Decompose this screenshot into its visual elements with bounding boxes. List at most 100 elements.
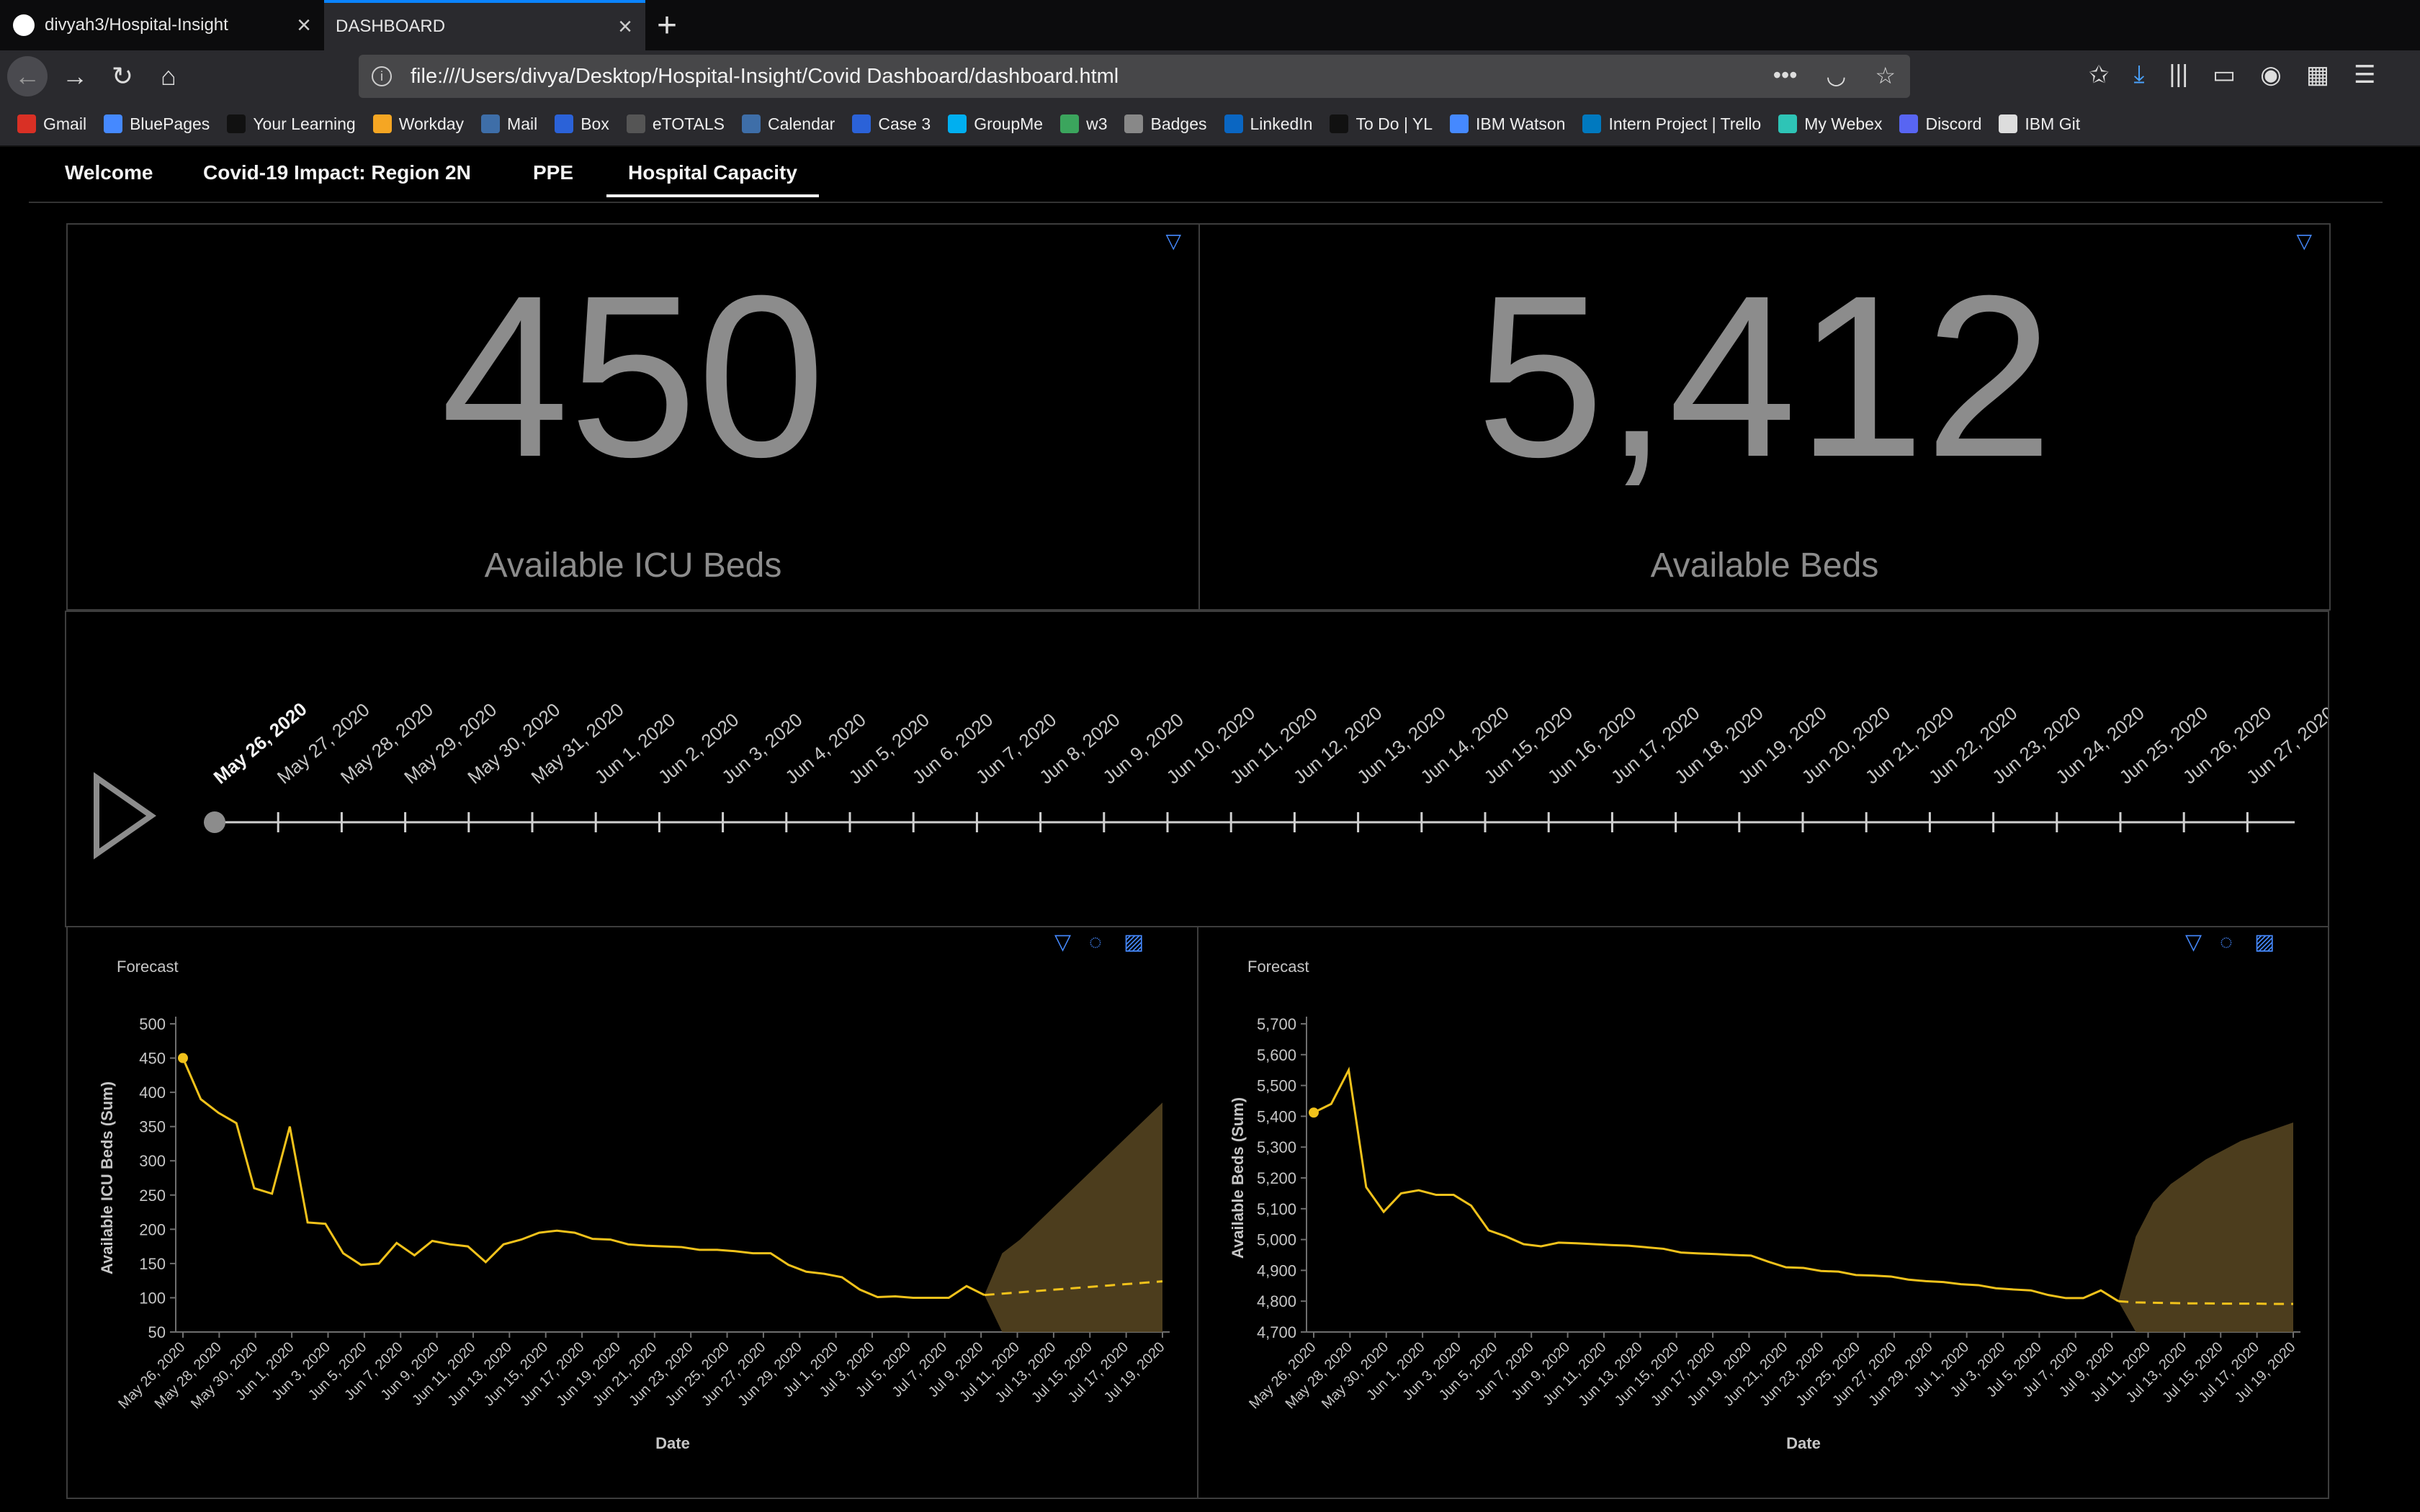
- bookmark-label: eTOTALS: [652, 114, 725, 133]
- extensions-icon[interactable]: ▦: [2306, 60, 2329, 89]
- bookmark-label: Mail: [507, 114, 538, 133]
- bookmark-item[interactable]: Gmail: [17, 114, 86, 134]
- y-tick-label: 5,400: [1257, 1107, 1296, 1125]
- bookmarks-star-icon[interactable]: ✩: [2089, 60, 2110, 89]
- browser-tab-title: divyah3/Hospital-Insight: [45, 15, 228, 35]
- browser-tab-dashboard[interactable]: DASHBOARD ×: [324, 0, 645, 50]
- reload-button[interactable]: ↻: [102, 56, 143, 96]
- chart-type-icon[interactable]: ▨: [1124, 930, 1144, 954]
- y-tick-label: 5,000: [1257, 1231, 1296, 1249]
- date-timeline: May 26, 2020 May 27, 2020 May 28, 2020 May …: [65, 611, 2339, 927]
- bookmark-favicon-icon: [1778, 114, 1798, 133]
- bookmark-item[interactable]: Workday: [372, 114, 465, 134]
- chart-type-icon[interactable]: ▨: [2254, 930, 2275, 954]
- bookmark-item[interactable]: Calendar: [741, 114, 835, 134]
- y-tick-label: 150: [139, 1255, 166, 1273]
- y-tick-label: 300: [139, 1152, 166, 1170]
- x-axis-label: Date: [1786, 1434, 1821, 1452]
- y-tick-label: 450: [139, 1050, 166, 1068]
- y-tick-label: 500: [139, 1015, 166, 1033]
- bookmark-label: Badges: [1150, 114, 1207, 133]
- bookmark-item[interactable]: IBM Git: [1999, 114, 2080, 134]
- y-tick-label: 100: [139, 1289, 166, 1307]
- tab-welcome[interactable]: Welcome: [65, 161, 153, 184]
- bookmark-favicon-icon: [1450, 114, 1469, 133]
- bookmark-item[interactable]: Your Learning: [227, 114, 356, 134]
- bookmark-label: Calendar: [767, 114, 835, 133]
- url-bar[interactable]: i file:///Users/divya/Desktop/Hospital-I…: [359, 55, 1910, 98]
- bookmark-item[interactable]: Mail: [481, 114, 537, 134]
- bookmark-label: My Webex: [1804, 114, 1883, 133]
- filter-icon[interactable]: ▽: [1054, 930, 1071, 954]
- bookmark-star-icon[interactable]: ☆: [1875, 62, 1896, 89]
- bookmark-item[interactable]: eTOTALS: [626, 114, 725, 134]
- play-icon[interactable]: [94, 772, 156, 860]
- timeline-handle[interactable]: [204, 811, 225, 833]
- tab-covid-impact[interactable]: Covid-19 Impact: Region 2N: [203, 161, 471, 184]
- bookmark-label: Intern Project | Trello: [1608, 114, 1762, 133]
- browser-nav-bar: ← → ↻ ⌂ i file:///Users/divya/Desktop/Ho…: [0, 50, 2420, 102]
- bookmark-favicon-icon: [948, 114, 967, 133]
- bookmark-item[interactable]: BluePages: [104, 114, 210, 134]
- bookmark-favicon-icon: [1899, 114, 1919, 133]
- bookmark-item[interactable]: IBM Watson: [1450, 114, 1565, 134]
- bookmark-item[interactable]: w3: [1060, 114, 1107, 134]
- menu-icon[interactable]: ☰: [2354, 60, 2375, 89]
- y-tick-label: 4,700: [1257, 1323, 1296, 1341]
- filter-icon[interactable]: ▽: [1165, 229, 1181, 253]
- bookmark-item[interactable]: My Webex: [1778, 114, 1882, 134]
- bookmark-item[interactable]: Intern Project | Trello: [1582, 114, 1761, 134]
- bookmark-favicon-icon: [1060, 114, 1080, 133]
- tab-ppe[interactable]: PPE: [533, 161, 573, 184]
- chart-title: Forecast: [117, 958, 179, 976]
- library-icon[interactable]: |||: [2169, 60, 2189, 89]
- y-tick-label: 5,300: [1257, 1138, 1296, 1156]
- more-actions-icon[interactable]: •••: [1773, 62, 1798, 89]
- home-icon[interactable]: ⌂: [148, 56, 189, 96]
- account-icon[interactable]: ◉: [2260, 60, 2282, 89]
- bookmark-favicon-icon: [852, 114, 871, 133]
- forward-button[interactable]: →: [55, 56, 95, 96]
- download-icon[interactable]: ⤓: [2134, 60, 2145, 89]
- filter-icon[interactable]: ▽: [2185, 930, 2202, 954]
- y-tick-label: 250: [139, 1187, 166, 1205]
- kpi-label: Available ICU Beds: [484, 546, 782, 585]
- sidebar-icon[interactable]: ▭: [2213, 60, 2236, 89]
- tab-hospital-capacity[interactable]: Hospital Capacity: [606, 161, 819, 197]
- y-tick-label: 400: [139, 1084, 166, 1102]
- url-text[interactable]: file:///Users/divya/Desktop/Hospital-Ins…: [411, 65, 1119, 89]
- dashboard-tabs: Welcome Covid-19 Impact: Region 2N PPE H…: [29, 147, 2383, 203]
- info-icon[interactable]: i: [372, 66, 392, 86]
- insight-bulb-icon[interactable]: ◌: [2220, 930, 2233, 954]
- close-tab-icon[interactable]: ×: [618, 13, 632, 41]
- filter-icon[interactable]: ▽: [2296, 229, 2312, 253]
- bookmark-favicon-icon: [626, 114, 645, 133]
- browser-tab-github[interactable]: divyah3/Hospital-Insight ×: [0, 0, 324, 50]
- bookmark-item[interactable]: Discord: [1899, 114, 1981, 134]
- data-point-marker[interactable]: [178, 1053, 188, 1063]
- bookmark-item[interactable]: Case 3: [852, 114, 931, 134]
- bookmark-item[interactable]: LinkedIn: [1224, 114, 1312, 134]
- close-tab-icon[interactable]: ×: [297, 12, 311, 40]
- insight-bulb-icon[interactable]: ◌: [1089, 930, 1102, 954]
- bookmark-label: To Do | YL: [1355, 114, 1433, 133]
- y-tick-label: 50: [148, 1323, 166, 1341]
- actual-series-line: [182, 1057, 985, 1299]
- bookmark-label: Workday: [398, 114, 465, 133]
- actual-series-line: [1313, 1066, 2119, 1302]
- y-tick-label: 5,100: [1257, 1200, 1296, 1218]
- bookmark-favicon-icon: [17, 114, 36, 133]
- pocket-icon[interactable]: ◡: [1826, 62, 1846, 89]
- new-tab-button[interactable]: +: [657, 6, 677, 45]
- bookmark-favicon-icon: [104, 114, 123, 133]
- y-tick-label: 350: [139, 1118, 166, 1136]
- bookmark-item[interactable]: Badges: [1124, 114, 1207, 134]
- bookmark-item[interactable]: GroupMe: [948, 114, 1043, 134]
- github-icon: [13, 14, 35, 36]
- kpi-value: 450: [441, 247, 825, 505]
- data-point-marker[interactable]: [1309, 1107, 1319, 1118]
- back-button[interactable]: ←: [7, 56, 48, 96]
- forecast-confidence-band: [984, 1102, 1162, 1332]
- bookmark-item[interactable]: Box: [555, 114, 609, 134]
- bookmark-item[interactable]: To Do | YL: [1330, 114, 1433, 134]
